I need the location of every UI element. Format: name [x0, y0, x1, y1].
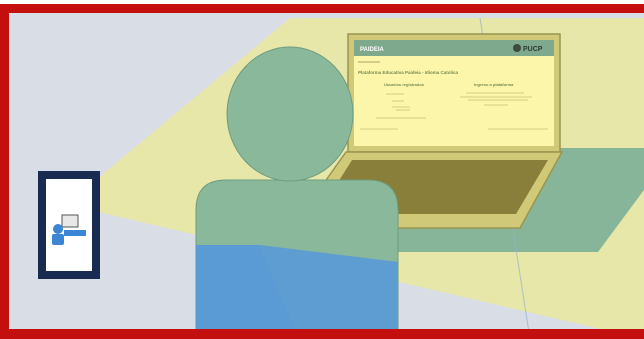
- screen-logo: PUCP: [523, 46, 543, 53]
- scene-svg: PAIDEIA PUCP Plataforma Educativa Paidei…: [0, 0, 644, 339]
- screen-col-left-title: Usuarios registrados: [384, 82, 425, 87]
- mini-person-head: [53, 224, 63, 234]
- screen-col-right-title: Ingreso a plataforma: [474, 82, 514, 87]
- screen-header-left: PAIDEIA: [360, 47, 385, 53]
- pucp-logo-mark: [513, 44, 521, 52]
- mini-desk: [64, 230, 86, 236]
- projector-icon: [38, 171, 100, 279]
- person-head: [226, 46, 354, 182]
- screen-page-title: Plataforma Educativa Paideia - Idioma Ca…: [358, 70, 459, 75]
- illustration-scene: PAIDEIA PUCP Plataforma Educativa Paidei…: [0, 0, 644, 339]
- top-margin: [0, 0, 644, 4]
- mini-person-body: [52, 234, 64, 245]
- mini-laptop-screen: [61, 214, 79, 228]
